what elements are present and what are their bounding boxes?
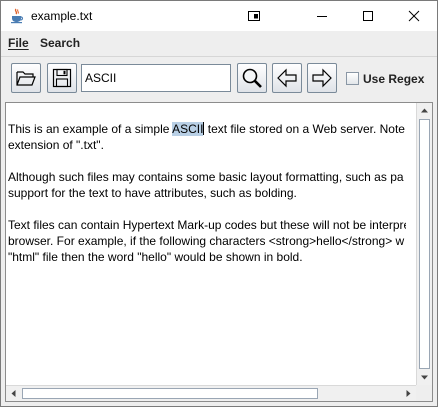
paragraph-1: This is an example of a simple ASCII tex… — [8, 121, 406, 153]
window-title: example.txt — [31, 9, 93, 23]
java-cup-icon — [9, 8, 25, 24]
snap-layout-button[interactable] — [231, 1, 277, 31]
paragraph-3: Text files can contain Hypertext Mark-up… — [8, 217, 406, 265]
text-run: This is an example of a simple — [8, 122, 173, 136]
minimize-button[interactable] — [299, 1, 345, 31]
horizontal-scroll-thumb[interactable] — [22, 388, 318, 399]
scroll-down-arrow-icon[interactable] — [417, 370, 432, 385]
title-bar[interactable]: example.txt — [1, 1, 437, 31]
save-file-button[interactable] — [47, 63, 77, 93]
text-line: extension of ".txt". — [8, 138, 104, 152]
text-line: Text files can contain Hypertext Mark-up… — [8, 218, 406, 232]
text-content[interactable]: This is an example of a simple ASCII tex… — [8, 121, 406, 385]
close-button[interactable] — [391, 1, 437, 31]
scroll-right-arrow-icon[interactable] — [401, 386, 416, 401]
menu-file[interactable]: File — [8, 36, 29, 50]
text-editor[interactable]: This is an example of a simple ASCII tex… — [5, 102, 433, 402]
open-file-button[interactable] — [11, 63, 41, 93]
search-input[interactable] — [81, 64, 231, 92]
scroll-left-arrow-icon[interactable] — [6, 386, 21, 401]
vertical-scroll-thumb[interactable] — [419, 119, 430, 369]
text-line: "html" file then the word "hello" would … — [8, 250, 303, 264]
search-button[interactable] — [237, 63, 267, 93]
toolbar-separator — [1, 56, 437, 57]
menu-search[interactable]: Search — [40, 36, 80, 50]
app-window: example.txt File Search ASCII Use Regex … — [0, 0, 438, 407]
text-line: Although such files may contains some ba… — [8, 170, 404, 184]
use-regex-label: Use Regex — [363, 72, 425, 86]
menu-bar: File Search — [1, 32, 437, 54]
use-regex-checkbox[interactable] — [346, 72, 359, 85]
vertical-scrollbar[interactable] — [416, 103, 432, 385]
paragraph-2: Although such files may contains some ba… — [8, 169, 406, 201]
horizontal-scrollbar[interactable] — [6, 385, 416, 401]
search-match-highlight: ASCII — [172, 122, 204, 136]
find-previous-button[interactable] — [272, 63, 302, 93]
text-line: support for the text to have attributes,… — [8, 186, 297, 200]
find-next-button[interactable] — [307, 63, 337, 93]
text-line: browser. For example, if the following c… — [8, 234, 405, 248]
maximize-button[interactable] — [345, 1, 391, 31]
scroll-up-arrow-icon[interactable] — [417, 103, 432, 118]
scrollbar-corner — [416, 385, 432, 401]
text-run: text file stored on a Web server. Note t — [204, 122, 406, 136]
text-line: This is an example of a simple ASCII tex… — [8, 121, 406, 137]
